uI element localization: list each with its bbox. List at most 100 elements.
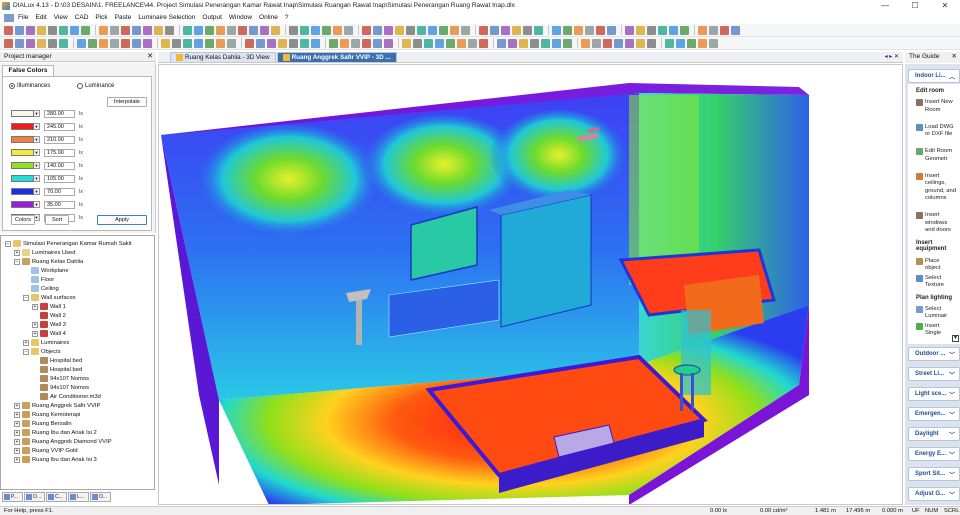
tool-button-icon[interactable] bbox=[523, 25, 532, 35]
tool-button-icon[interactable] bbox=[479, 38, 488, 48]
menu-item-paste[interactable]: Paste bbox=[115, 14, 132, 21]
tree-node[interactable]: Ceiling bbox=[23, 284, 59, 293]
project-manager-tab[interactable]: O... bbox=[90, 492, 111, 502]
menu-item-file[interactable]: File bbox=[18, 14, 28, 21]
guide-action[interactable]: Select Texture bbox=[916, 274, 956, 290]
tool-button-icon[interactable] bbox=[614, 38, 623, 48]
tree-node[interactable]: + Ruang Bersalin bbox=[14, 419, 72, 428]
collapse-icon[interactable]: − bbox=[5, 240, 11, 247]
tool-button-icon[interactable] bbox=[720, 25, 729, 35]
tool-button-icon[interactable] bbox=[271, 25, 280, 35]
interpolate-button[interactable]: Interpolate bbox=[107, 97, 147, 107]
tool-button-icon[interactable] bbox=[669, 25, 678, 35]
project-manager-tab[interactable]: C... bbox=[46, 492, 67, 502]
tree-node[interactable]: Wall 2 bbox=[32, 311, 66, 320]
collapse-icon[interactable]: − bbox=[14, 258, 20, 265]
tool-button-icon[interactable] bbox=[4, 38, 13, 48]
tree-node[interactable]: + Wall 1 bbox=[32, 302, 66, 311]
tool-button-icon[interactable] bbox=[26, 25, 35, 35]
tool-button-icon[interactable] bbox=[172, 38, 181, 48]
tool-button-icon[interactable] bbox=[165, 25, 174, 35]
tree-node[interactable]: Hospital bed bbox=[32, 356, 82, 365]
tool-button-icon[interactable] bbox=[574, 25, 583, 35]
tool-button-icon[interactable] bbox=[311, 38, 320, 48]
tool-button-icon[interactable] bbox=[647, 38, 656, 48]
menu-item-output[interactable]: Output bbox=[202, 14, 222, 21]
tool-button-icon[interactable] bbox=[322, 25, 331, 35]
tree-node[interactable]: + Ruang VVIP Gold bbox=[14, 446, 78, 455]
tool-button-icon[interactable] bbox=[508, 38, 517, 48]
tool-button-icon[interactable] bbox=[461, 25, 470, 35]
guide-section[interactable]: Adjust G... ﹀ bbox=[908, 487, 960, 501]
app-menu-icon[interactable] bbox=[4, 13, 14, 22]
tool-button-icon[interactable] bbox=[607, 25, 616, 35]
tool-button-icon[interactable] bbox=[48, 38, 57, 48]
tool-button-icon[interactable] bbox=[329, 38, 338, 48]
guide-action[interactable]: Place object bbox=[916, 257, 956, 273]
tool-button-icon[interactable] bbox=[216, 25, 225, 35]
tool-button-icon[interactable] bbox=[497, 38, 506, 48]
tool-button-icon[interactable] bbox=[406, 25, 415, 35]
tree-node[interactable]: + Wall 4 bbox=[32, 329, 66, 338]
guide-action[interactable]: Insert windows and doors bbox=[916, 212, 956, 235]
tool-button-icon[interactable] bbox=[300, 25, 309, 35]
scroll-down-icon[interactable]: ▼ bbox=[952, 335, 959, 342]
menu-item-edit[interactable]: Edit bbox=[35, 14, 46, 21]
tool-button-icon[interactable] bbox=[680, 25, 689, 35]
tool-button-icon[interactable] bbox=[468, 38, 477, 48]
expand-icon[interactable]: + bbox=[14, 249, 20, 256]
tree-node[interactable]: + Ruang Ibu dan Anak Isi 3 bbox=[14, 455, 97, 464]
menu-item-luminaire-selection[interactable]: Luminaire Selection bbox=[138, 14, 195, 21]
tool-button-icon[interactable] bbox=[457, 38, 466, 48]
tool-button-icon[interactable] bbox=[26, 38, 35, 48]
threshold-value-field[interactable]: 280.00 bbox=[44, 109, 75, 118]
guide-section[interactable]: Emergen... ﹀ bbox=[908, 407, 960, 421]
tool-button-icon[interactable] bbox=[428, 25, 437, 35]
tool-button-icon[interactable] bbox=[205, 38, 214, 48]
tool-button-icon[interactable] bbox=[563, 25, 572, 35]
tool-button-icon[interactable] bbox=[59, 25, 68, 35]
tool-button-icon[interactable] bbox=[636, 25, 645, 35]
tool-button-icon[interactable] bbox=[501, 25, 510, 35]
color-swatch[interactable] bbox=[11, 136, 34, 143]
expand-icon[interactable]: + bbox=[14, 429, 20, 436]
tool-button-icon[interactable] bbox=[110, 25, 119, 35]
guide-section[interactable]: Daylight ﹀ bbox=[908, 427, 960, 441]
tool-button-icon[interactable] bbox=[300, 38, 309, 48]
menu-item-online[interactable]: Online bbox=[259, 14, 278, 21]
tool-button-icon[interactable] bbox=[709, 25, 718, 35]
expand-icon[interactable]: + bbox=[23, 339, 29, 346]
tree-node[interactable]: + Ruang Anggrek Diamond VVIP bbox=[14, 437, 112, 446]
tool-button-icon[interactable] bbox=[563, 38, 572, 48]
tree-node[interactable]: − Objects bbox=[23, 347, 61, 356]
tool-button-icon[interactable] bbox=[81, 25, 90, 35]
tool-button-icon[interactable] bbox=[625, 25, 634, 35]
tree-node[interactable]: + Luminaires bbox=[23, 338, 69, 347]
expand-icon[interactable]: + bbox=[14, 456, 20, 463]
tool-button-icon[interactable] bbox=[581, 38, 590, 48]
tool-button-icon[interactable] bbox=[183, 38, 192, 48]
menu-item--[interactable]: ? bbox=[285, 14, 289, 21]
radio-illuminances[interactable]: Illuminances bbox=[9, 83, 50, 89]
tool-button-icon[interactable] bbox=[260, 25, 269, 35]
color-swatch[interactable] bbox=[11, 123, 34, 130]
close-icon[interactable]: ✕ bbox=[952, 52, 957, 62]
threshold-value-field[interactable]: 210.00 bbox=[44, 135, 75, 144]
tool-button-icon[interactable] bbox=[70, 25, 79, 35]
threshold-value-field[interactable]: 140.00 bbox=[44, 161, 75, 170]
tool-button-icon[interactable] bbox=[205, 25, 214, 35]
threshold-value-field[interactable]: 35.00 bbox=[44, 200, 75, 209]
tool-button-icon[interactable] bbox=[278, 38, 287, 48]
tool-button-icon[interactable] bbox=[362, 25, 371, 35]
tool-button-icon[interactable] bbox=[424, 38, 433, 48]
project-manager-tab[interactable]: P... bbox=[2, 492, 23, 502]
chevron-down-icon[interactable]: ▼ bbox=[34, 162, 40, 169]
tool-button-icon[interactable] bbox=[541, 38, 550, 48]
threshold-value-field[interactable]: 245.00 bbox=[44, 122, 75, 131]
tool-button-icon[interactable] bbox=[450, 25, 459, 35]
tool-button-icon[interactable] bbox=[99, 25, 108, 35]
close-button[interactable]: ✕ bbox=[930, 0, 960, 11]
tree-node[interactable]: 94x107 Nomos bbox=[32, 374, 89, 383]
tool-button-icon[interactable] bbox=[351, 38, 360, 48]
tool-button-icon[interactable] bbox=[194, 38, 203, 48]
